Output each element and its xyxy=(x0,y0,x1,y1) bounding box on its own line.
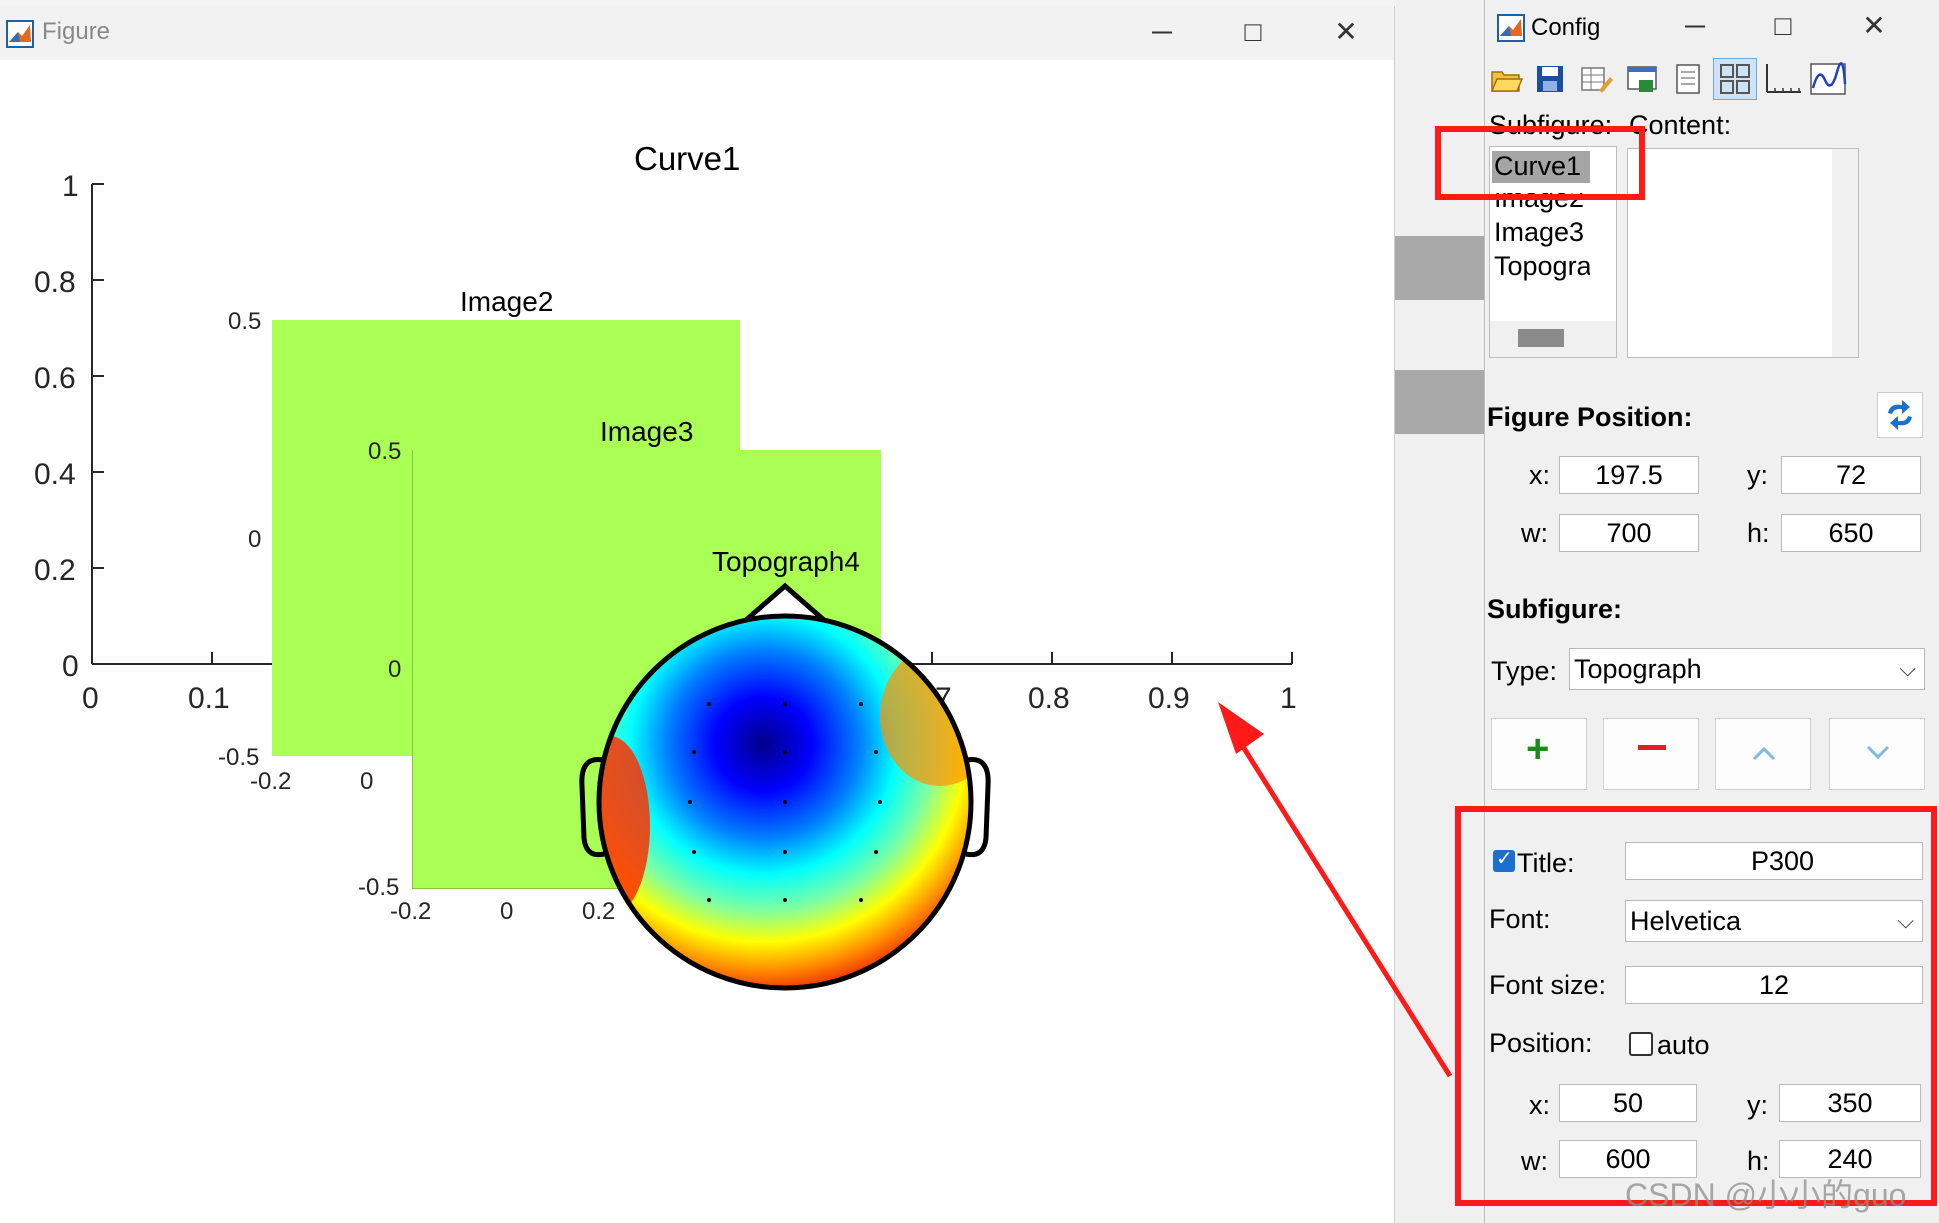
maximize-button[interactable]: □ xyxy=(1763,6,1803,46)
axis-icon[interactable] xyxy=(1763,62,1803,96)
image2-title: Image2 xyxy=(460,286,554,317)
move-up-button[interactable] xyxy=(1715,718,1811,790)
watermark: CSDN @小小的guo xyxy=(1625,1177,1907,1213)
add-subfigure-button[interactable]: + xyxy=(1491,718,1587,790)
curve1-xtick: 0.1 xyxy=(188,682,230,715)
close-button[interactable]: ✕ xyxy=(1854,6,1894,46)
type-dropdown-value: Topograph xyxy=(1574,654,1702,684)
grid-layout-icon xyxy=(1720,64,1750,94)
swap-arrows-icon xyxy=(1888,400,1912,430)
subfigure-list-item[interactable]: Topograph xyxy=(1494,251,1590,282)
curve1-ytick: 0.8 xyxy=(34,266,76,299)
fig-y-label: y: xyxy=(1747,460,1769,490)
figure-position-heading: Figure Position: xyxy=(1487,402,1693,432)
move-down-button[interactable] xyxy=(1829,718,1925,790)
topograph-head-map xyxy=(579,582,991,991)
window-title: Config xyxy=(1531,14,1601,41)
image2-xtick: -0.2 xyxy=(250,768,292,795)
chevron-up-icon xyxy=(1752,746,1776,761)
image3-xtick: -0.2 xyxy=(390,898,432,925)
fig-x-label: x: xyxy=(1529,460,1551,490)
fig-h-label: h: xyxy=(1747,518,1770,548)
background-bar xyxy=(1394,370,1484,434)
type-dropdown[interactable]: Topograph ⌵ xyxy=(1569,648,1925,690)
image3-ytick: 0 xyxy=(388,656,402,683)
export-figure-icon[interactable] xyxy=(1625,62,1659,96)
background-bar xyxy=(1394,236,1484,300)
subfigure-heading: Subfigure: xyxy=(1487,594,1622,624)
image3-xtick: 0 xyxy=(500,898,514,925)
curve1-title: Curve1 xyxy=(634,140,741,177)
waveform-icon[interactable] xyxy=(1809,62,1847,96)
annotation-highlight xyxy=(1435,126,1645,200)
minimize-button[interactable]: ─ xyxy=(1675,6,1715,46)
save-icon[interactable] xyxy=(1533,62,1567,96)
grid-layout-toggle[interactable] xyxy=(1713,58,1757,100)
annotation-arrow xyxy=(1218,702,1453,1078)
curve1-xtick: 0.8 xyxy=(1028,682,1070,715)
open-folder-icon[interactable] xyxy=(1489,62,1523,96)
annotation-highlight xyxy=(1455,806,1937,1206)
fig-w-field[interactable]: 700 xyxy=(1559,514,1699,552)
edit-table-icon[interactable] xyxy=(1579,62,1613,96)
curve1-ytick: 1 xyxy=(62,170,79,203)
image2-xtick: 0 xyxy=(360,768,374,795)
scrollbar-thumb[interactable] xyxy=(1518,329,1564,347)
curve1-xtick: 0 xyxy=(82,682,99,715)
vertical-scrollbar[interactable] xyxy=(1832,149,1858,357)
horizontal-scrollbar[interactable] xyxy=(1490,321,1616,357)
chevron-down-icon: ⌵ xyxy=(1899,656,1916,681)
content-listbox[interactable] xyxy=(1627,148,1859,358)
image3-ytick: 0.5 xyxy=(368,438,402,465)
matlab-logo-icon xyxy=(1497,14,1525,42)
fig-h-field[interactable]: 650 xyxy=(1781,514,1921,552)
image2-ytick: 0.5 xyxy=(228,308,262,335)
minus-icon xyxy=(1638,745,1666,750)
curve1-ytick: 0 xyxy=(62,650,79,683)
fig-w-label: w: xyxy=(1521,518,1548,548)
curve1-ytick: 0.4 xyxy=(34,458,76,491)
chevron-down-icon xyxy=(1866,745,1890,760)
image2-ytick: 0 xyxy=(248,526,262,553)
type-label: Type: xyxy=(1491,656,1558,686)
figure-window: Figure ─ □ ✕ Curve1 1 0.8 0.6 0.4 0.2 0 … xyxy=(0,6,1453,1223)
refresh-button[interactable] xyxy=(1877,392,1923,438)
image3-title: Image3 xyxy=(600,416,694,447)
topograph-title: Topograph4 xyxy=(712,546,860,577)
plus-icon: + xyxy=(1526,727,1550,771)
curve1-ytick: 0.2 xyxy=(34,554,76,587)
curve1-xtick: 0.9 xyxy=(1148,682,1190,715)
curve1-ytick: 0.6 xyxy=(34,362,76,395)
fig-y-field[interactable]: 72 xyxy=(1781,456,1921,494)
subfigure-list-item[interactable]: Image3 xyxy=(1494,217,1584,248)
config-window: Config ─ □ ✕ Subfigure: Content: Curve1 … xyxy=(1435,0,1939,1223)
remove-subfigure-button[interactable] xyxy=(1603,718,1699,790)
fig-x-field[interactable]: 197.5 xyxy=(1559,456,1699,494)
document-icon[interactable] xyxy=(1671,62,1705,96)
